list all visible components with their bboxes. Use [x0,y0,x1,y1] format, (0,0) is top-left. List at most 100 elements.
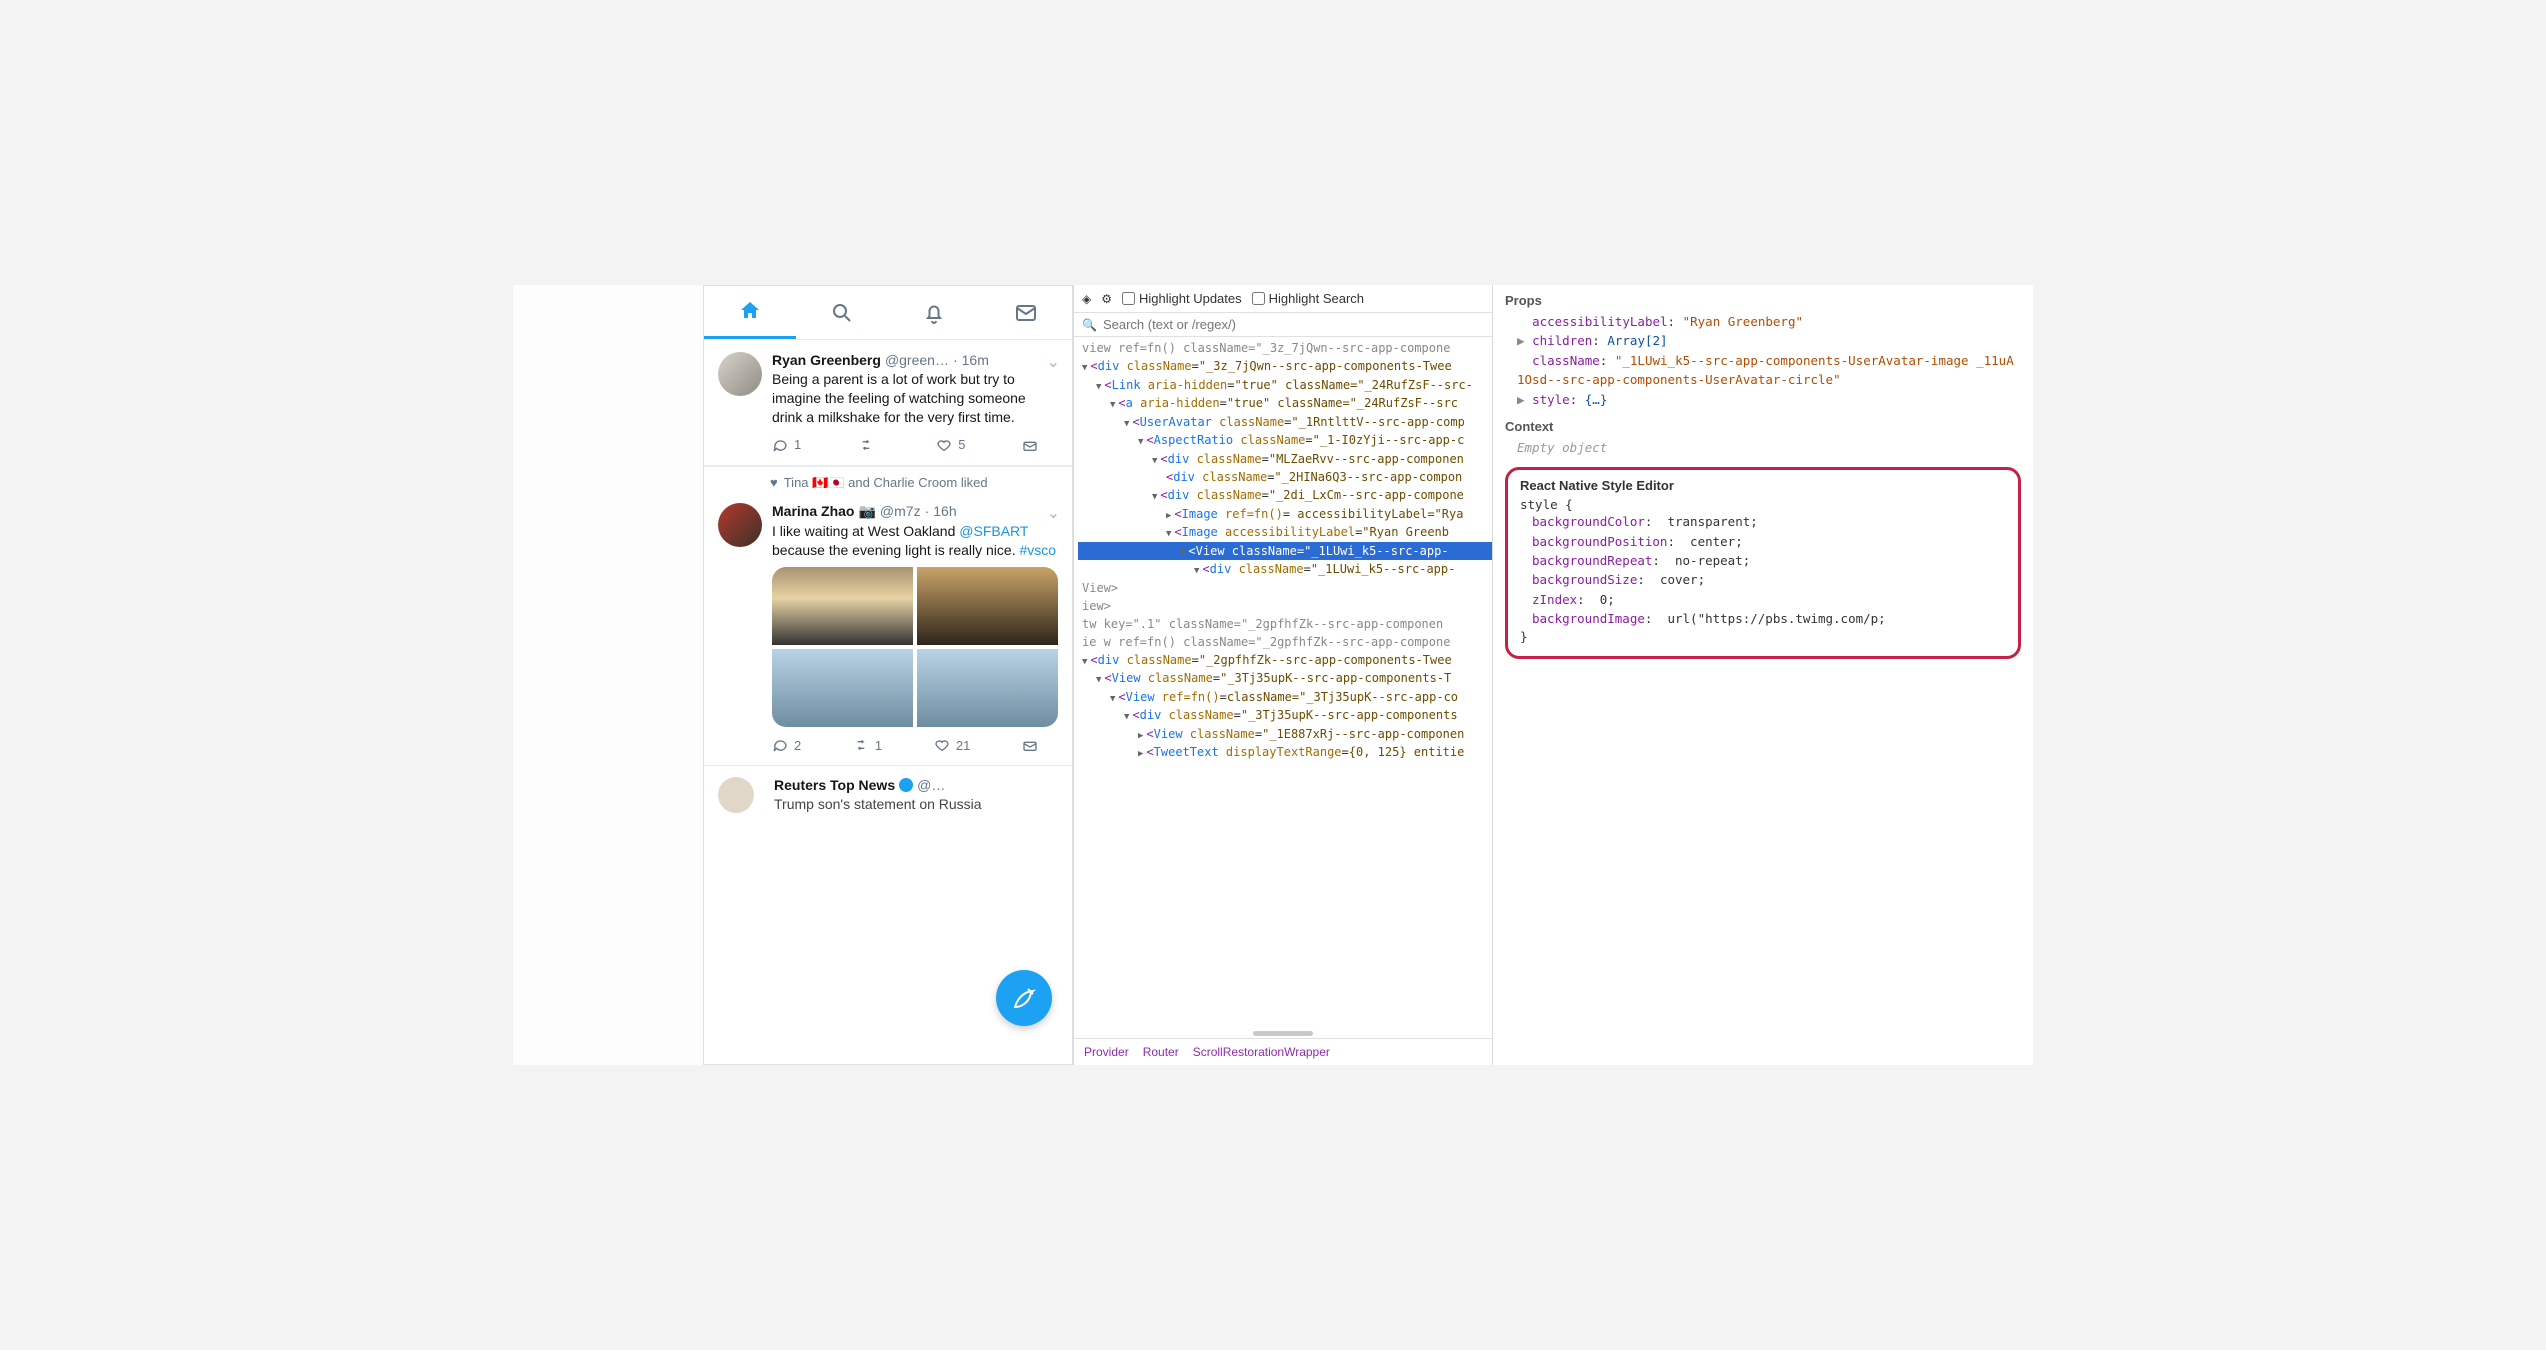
like-button[interactable]: 5 [936,437,965,453]
media-thumb[interactable] [917,567,1058,645]
media-thumb[interactable] [917,649,1058,727]
display-name[interactable]: Reuters Top News [774,777,895,793]
share-button[interactable] [1022,737,1038,753]
tree-node[interactable]: <View className="_1E887xRj--src-app-comp… [1078,725,1492,744]
media-grid[interactable] [772,567,1058,727]
tweet-header: Marina Zhao 📷 @m7z · 16h [772,503,1058,520]
share-icon [1022,737,1038,753]
breadcrumb-item[interactable]: Provider [1084,1045,1129,1059]
compose-tweet-button[interactable] [996,970,1052,1026]
twitter-timeline-panel: ⌄ Ryan Greenberg @green… · 16m Being a p… [703,285,1073,1065]
reply-icon [772,737,788,753]
tree-node[interactable]: <div className="_3z_7jQwn--src-app-compo… [1078,357,1492,376]
tab-search[interactable] [796,286,888,339]
highlight-updates-checkbox[interactable]: Highlight Updates [1122,291,1242,306]
tab-home[interactable] [704,286,796,339]
style-line[interactable]: backgroundSize: cover; [1520,570,2006,589]
style-line[interactable]: zIndex: 0; [1520,590,2006,609]
context-heading: Context [1505,419,2021,434]
prop-row[interactable]: ▶ style: {…} [1505,390,2021,409]
avatar[interactable] [718,777,754,813]
tree-node[interactable]: ie w ref=fn() className="_2gpfhfZk--src-… [1078,633,1492,651]
breadcrumb-item[interactable]: ScrollRestorationWrapper [1193,1045,1330,1059]
feather-icon [1012,986,1036,1010]
reply-button[interactable]: 2 [772,737,801,753]
tree-node[interactable]: View> [1078,579,1492,597]
tree-node[interactable]: <Image ref=fn()= accessibilityLabel="Rya [1078,505,1492,524]
media-thumb[interactable] [772,649,913,727]
tree-node[interactable]: <div className="_2gpfhfZk--src-app-compo… [1078,651,1492,670]
tab-notifications[interactable] [888,286,980,339]
tree-node[interactable]: iew> [1078,597,1492,615]
tweet-text: Being a parent is a lot of work but try … [772,370,1058,427]
retweet-icon [853,737,869,753]
tree-node[interactable]: <UserAvatar className="_1RntlttV--src-ap… [1078,413,1492,432]
prop-row[interactable]: accessibilityLabel: "Ryan Greenberg" [1505,312,2021,331]
avatar[interactable] [718,352,762,396]
tweet-header: Ryan Greenberg @green… · 16m [772,352,1058,368]
avatar[interactable] [718,503,762,547]
devtools-search[interactable]: 🔍 [1074,313,1492,337]
prop-row[interactable]: ▶ children: Array[2] [1505,331,2021,350]
tree-node[interactable]: <View ref=fn()=className="_3Tj35upK--src… [1078,688,1492,707]
tweet-3[interactable]: Reuters Top News @… Trump son's statemen… [704,766,1072,824]
tree-node[interactable]: <div className="_2HINa6Q3--src-app-compo… [1078,468,1492,486]
tree-node[interactable]: <a aria-hidden="true" className="_24RufZ… [1078,394,1492,413]
tree-node[interactable]: <Image accessibilityLabel="Ryan Greenb [1078,523,1492,542]
tree-node[interactable]: <View className="_1LUwi_k5--src-app- [1078,542,1492,561]
handle[interactable]: @green… [885,352,949,368]
tree-body[interactable]: view ref=fn() className="_3z_7jQwn--src-… [1074,337,1492,1023]
style-line[interactable]: backgroundPosition: center; [1520,532,2006,551]
style-line[interactable]: backgroundRepeat: no-repeat; [1520,551,2006,570]
tweet-text: Trump son's statement on Russia [774,795,1058,814]
tree-node[interactable]: <Link aria-hidden="true" className="_24R… [1078,376,1492,395]
tree-node[interactable]: <AspectRatio className="_1-I0zYji--src-a… [1078,431,1492,450]
chevron-down-icon[interactable]: ⌄ [1047,352,1060,372]
reply-button[interactable]: 1 [772,437,801,453]
like-count: 5 [958,437,965,452]
top-tabbar [704,286,1072,340]
retweet-button[interactable] [858,437,880,453]
tweet-2[interactable]: ⌄ Marina Zhao 📷 @m7z · 16h I like waitin… [704,491,1072,767]
search-input[interactable] [1103,317,1484,332]
tree-node[interactable]: <View className="_3Tj35upK--src-app-comp… [1078,669,1492,688]
tree-node[interactable]: view ref=fn() className="_3z_7jQwn--src-… [1078,339,1492,357]
display-name[interactable]: Marina Zhao [772,503,854,519]
target-icon[interactable]: ◈ [1082,292,1091,306]
style-line[interactable]: backgroundImage: url("https://pbs.twimg.… [1520,609,2006,628]
media-thumb[interactable] [772,567,913,645]
hashtag-link[interactable]: #vsco [1019,542,1056,558]
tree-node[interactable]: <div className="_2di_LxCm--src-app-compo… [1078,486,1492,505]
drag-handle[interactable] [1253,1031,1313,1036]
tree-node[interactable]: <div className="MLZaeRvv--src-app-compon… [1078,450,1492,469]
breadcrumb: Provider Router ScrollRestorationWrapper [1074,1038,1492,1065]
retweet-button[interactable]: 1 [853,737,882,753]
tree-node[interactable]: <div className="_1LUwi_k5--src-app- [1078,560,1492,579]
search-icon: 🔍 [1082,318,1097,332]
tree-node[interactable]: tw key=".1" className="_2gpfhfZk--src-ap… [1078,615,1492,633]
tab-messages[interactable] [980,286,1072,339]
props-heading: Props [1505,293,2021,308]
highlight-search-checkbox[interactable]: Highlight Search [1252,291,1364,306]
mention-link[interactable]: @SFBART [959,523,1028,539]
tree-node[interactable]: <div className="_3Tj35upK--src-app-compo… [1078,706,1492,725]
handle[interactable]: @… [917,777,945,793]
chevron-down-icon[interactable]: ⌄ [1047,503,1060,523]
style-line[interactable]: backgroundColor: transparent; [1520,512,2006,531]
breadcrumb-item[interactable]: Router [1143,1045,1179,1059]
gear-icon[interactable]: ⚙ [1101,292,1112,306]
devtools-toolbar: ◈ ⚙ Highlight Updates Highlight Search [1074,285,1492,313]
name-emoji: 📷 [858,503,875,520]
style-open-brace: style { [1520,497,2006,512]
like-button[interactable]: 21 [934,737,970,753]
tree-node[interactable]: <TweetText displayTextRange={0, 125} ent… [1078,743,1492,762]
prop-row[interactable]: className: "_1LUwi_k5--src-app-component… [1505,351,2021,390]
tweet-1[interactable]: ⌄ Ryan Greenberg @green… · 16m Being a p… [704,340,1072,466]
style-close-brace: } [1520,629,2006,644]
verified-badge-icon [899,778,913,792]
blank-gutter [513,285,703,1065]
app-stage: ⌄ Ryan Greenberg @green… · 16m Being a p… [513,285,2033,1065]
share-button[interactable] [1022,437,1038,453]
display-name[interactable]: Ryan Greenberg [772,352,881,368]
handle[interactable]: @m7z [880,503,921,519]
